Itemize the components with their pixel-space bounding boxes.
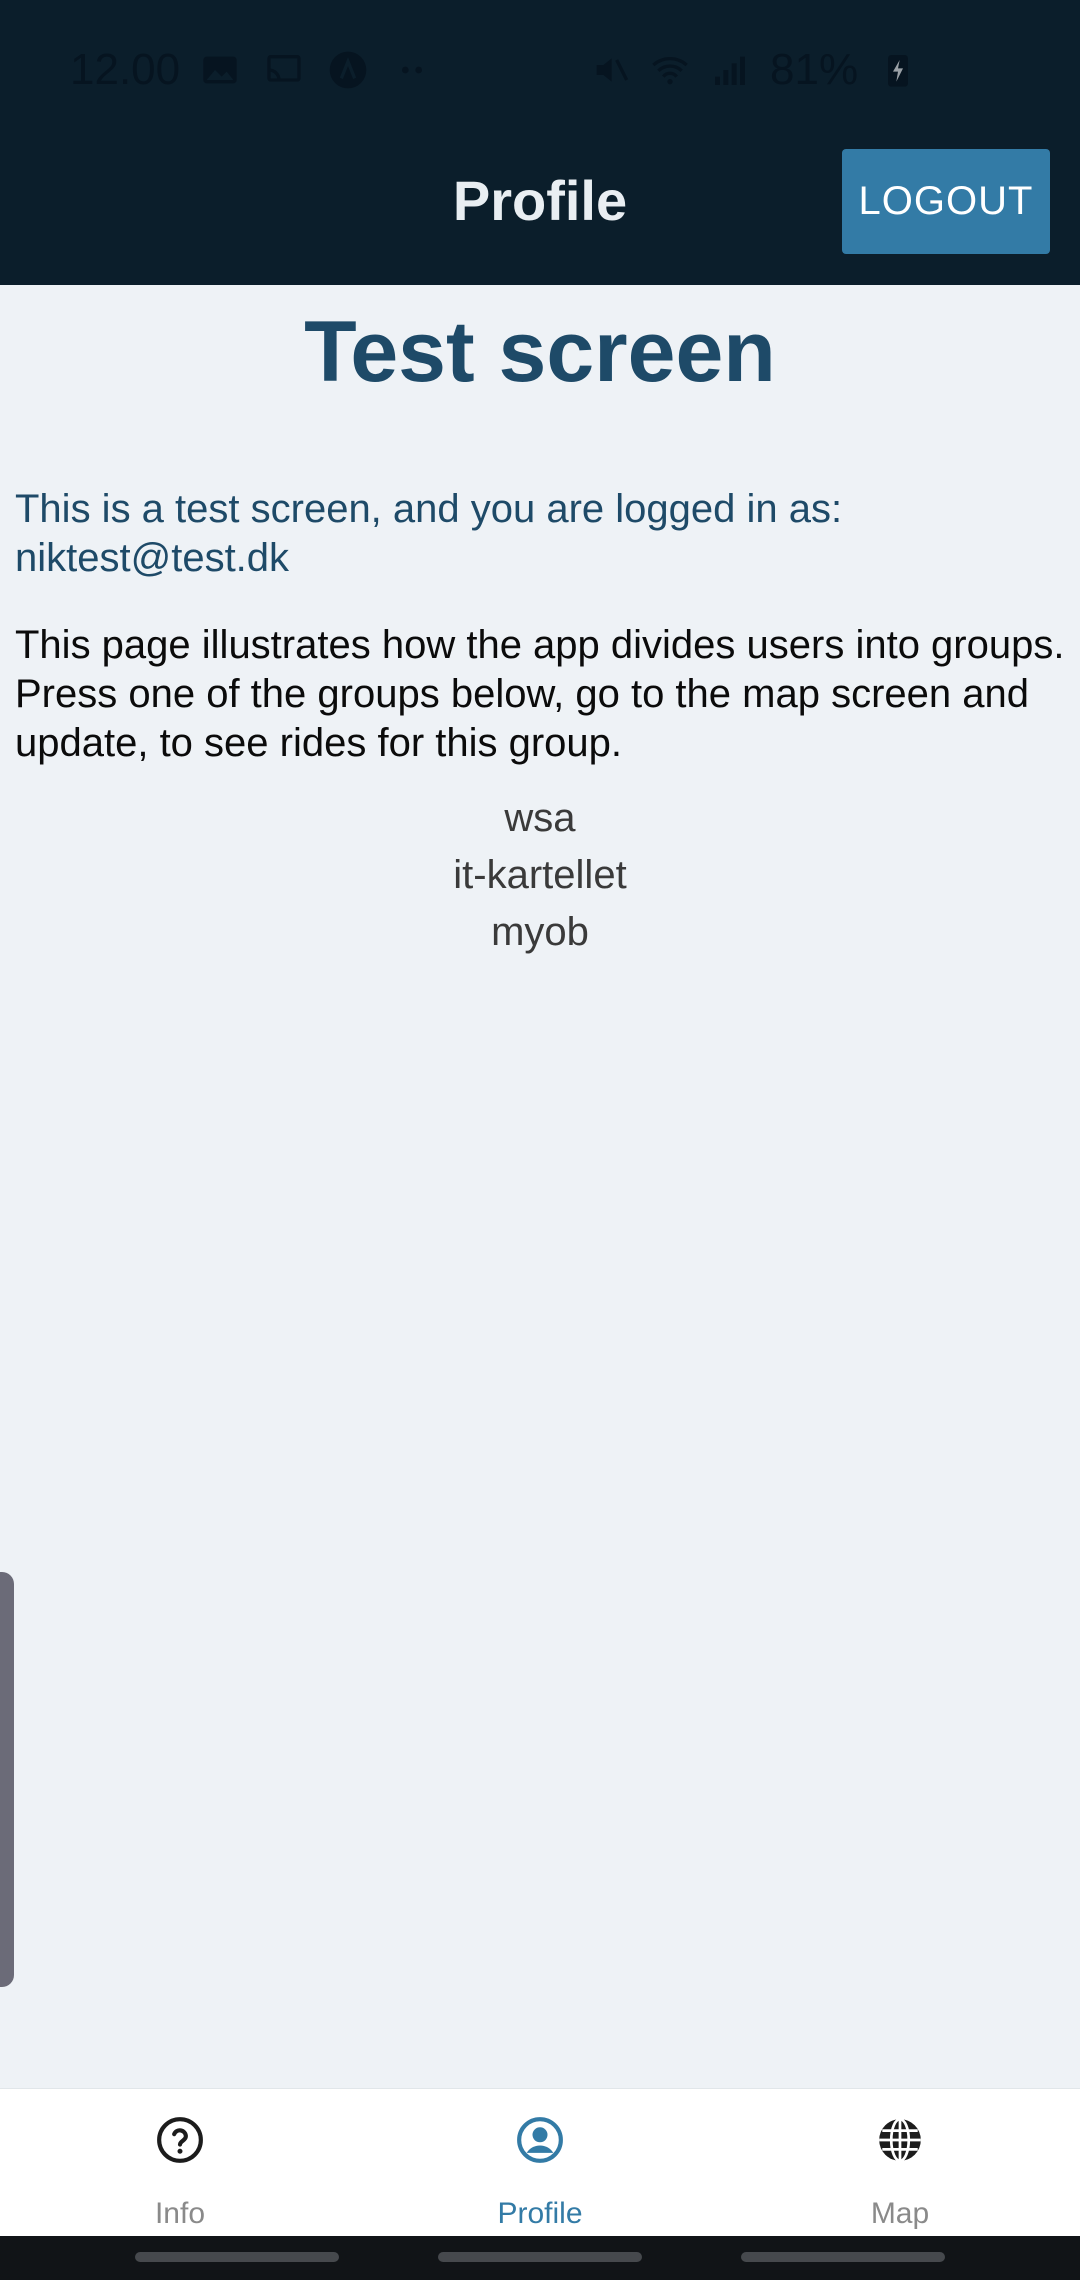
edge-panel-handle[interactable] xyxy=(0,1572,14,1987)
question-circle-icon xyxy=(157,2117,203,2163)
signal-icon xyxy=(715,56,745,85)
page-title: Test screen xyxy=(304,304,776,400)
group-item-wsa[interactable]: wsa xyxy=(0,790,1080,847)
app-header: Profile LOGOUT xyxy=(0,140,1080,285)
group-item-myob[interactable]: myob xyxy=(0,904,1080,961)
battery-percent: 81% xyxy=(770,45,859,94)
tab-map-label: Map xyxy=(870,2197,930,2230)
bottom-tab-bar: Info Profile Map xyxy=(0,2088,1080,2236)
battery-charging-icon xyxy=(888,55,909,87)
logout-button[interactable]: LOGOUT xyxy=(842,149,1050,254)
group-list: wsa it-kartellet myob xyxy=(0,790,1080,961)
system-nav-bar xyxy=(0,2236,1080,2280)
tab-info[interactable]: Info xyxy=(0,2089,360,2237)
mute-icon xyxy=(596,58,629,82)
status-right-icons: 81% xyxy=(590,45,918,95)
nav-home-button[interactable] xyxy=(438,2252,642,2262)
main-content: Test screen This is a test screen, and y… xyxy=(0,285,1080,2088)
tab-map[interactable]: Map xyxy=(720,2089,1080,2237)
app-notification-icon xyxy=(329,51,367,89)
description-text: This page illustrates how the app divide… xyxy=(15,623,1065,765)
wifi-icon xyxy=(652,57,688,85)
more-dots-icon xyxy=(402,66,422,74)
tab-profile[interactable]: Profile xyxy=(360,2089,720,2237)
cast-icon xyxy=(267,55,301,82)
status-bar: 12.00 81% xyxy=(0,0,1080,140)
app-screen: 12.00 81% Profile LOGOUT Test screen Thi… xyxy=(0,0,1080,2280)
nav-back-button[interactable] xyxy=(741,2252,945,2262)
user-circle-icon xyxy=(517,2117,563,2163)
image-icon xyxy=(203,56,237,84)
nav-recents-button[interactable] xyxy=(135,2252,339,2262)
globe-icon xyxy=(879,2117,921,2163)
group-item-it-kartellet[interactable]: it-kartellet xyxy=(0,847,1080,904)
tab-profile-label: Profile xyxy=(497,2197,583,2230)
status-time: 12.00 xyxy=(70,45,181,94)
tab-info-label: Info xyxy=(154,2197,206,2230)
status-left-icons xyxy=(200,50,432,90)
logged-in-text: This is a test screen, and you are logge… xyxy=(15,487,843,580)
